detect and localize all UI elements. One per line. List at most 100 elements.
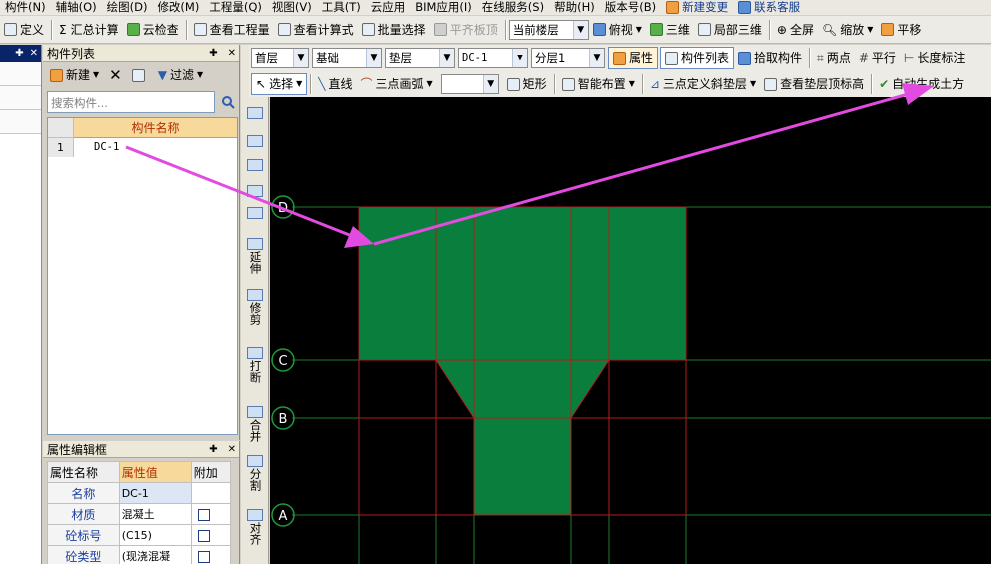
extend-tool[interactable]: 延伸 xyxy=(245,238,265,274)
pan-button[interactable]: 平移 xyxy=(877,19,925,41)
pin-icon[interactable]: ✚ xyxy=(209,444,217,455)
component-name-cell[interactable]: DC-1 xyxy=(74,138,237,157)
floor-select[interactable]: 首层 ▼ xyxy=(251,48,309,68)
cushion-shape-taper[interactable] xyxy=(436,360,609,418)
define-button[interactable]: 定义 xyxy=(0,19,48,41)
drawing-canvas[interactable]: D C B A xyxy=(270,97,991,564)
menu-item-modify[interactable]: 修改(M) xyxy=(152,0,204,15)
menu-item-aux-axis[interactable]: 辅轴(O) xyxy=(51,0,102,15)
menu-item-tools[interactable]: 工具(T) xyxy=(317,0,366,15)
property-button[interactable]: 属性 xyxy=(608,47,659,69)
dropdown-icon: ▼ xyxy=(628,79,635,88)
header-prop-value: 属性值 xyxy=(118,461,192,483)
component-select[interactable]: DC-1 ▼ xyxy=(458,48,528,68)
component-list-button[interactable]: 构件列表 xyxy=(660,47,735,69)
dock-row[interactable] xyxy=(0,62,41,86)
close-icon[interactable]: ✕ xyxy=(30,48,38,59)
view-mode-button[interactable]: 俯视 ▼ xyxy=(589,19,646,41)
zoom-button[interactable]: 🔍︎ 缩放 ▼ xyxy=(818,19,877,41)
attach-checkbox[interactable] xyxy=(197,550,210,563)
menu-item-cloud[interactable]: 云应用 xyxy=(366,0,411,15)
attach-checkbox[interactable] xyxy=(197,508,210,521)
arc-option-select[interactable]: ▼ xyxy=(440,74,499,94)
attach-checkbox[interactable] xyxy=(197,529,210,542)
dock-row[interactable] xyxy=(0,86,41,110)
menu-item-draw[interactable]: 绘图(D) xyxy=(102,0,153,15)
align-tool[interactable]: 对齐 xyxy=(245,509,265,545)
property-name: 材质 xyxy=(47,503,120,525)
menu-item-support[interactable]: 联系客服 xyxy=(733,0,805,15)
break-tool[interactable]: 打断 xyxy=(245,347,265,383)
three-d-button[interactable]: 三维 xyxy=(646,19,694,41)
cushion-shape-stem[interactable] xyxy=(474,418,571,515)
chevron-down-icon: ▼ xyxy=(572,20,588,39)
flat-slab-button[interactable]: 平齐板顶 xyxy=(430,19,502,41)
svg-text:C: C xyxy=(278,354,287,369)
view-quantity-button[interactable]: 查看工程量 xyxy=(190,19,274,41)
select-button[interactable]: ↖ 选择 ▼ xyxy=(251,73,308,95)
axis-bubble-b: B xyxy=(271,406,295,430)
merge-tool[interactable]: 合并 xyxy=(245,406,265,442)
layer-select[interactable]: 分层1 ▼ xyxy=(531,48,605,68)
menu-item-component[interactable]: 构件(N) xyxy=(0,0,51,15)
dock-row[interactable] xyxy=(0,110,41,134)
table-row[interactable]: 1 DC-1 xyxy=(48,138,237,157)
auto-generate-earthwork-button[interactable]: ✔ 自动生成土方 xyxy=(875,73,968,95)
parallel-button[interactable]: # 平行 xyxy=(855,47,900,69)
batch-select-button[interactable]: 批量选择 xyxy=(358,19,430,41)
close-icon[interactable]: ✕ xyxy=(228,444,236,455)
pin-icon[interactable]: ✚ xyxy=(15,48,23,59)
menu-item-online[interactable]: 在线服务(S) xyxy=(477,0,549,15)
delete-button[interactable]: ✕ xyxy=(105,64,126,86)
column-header-name[interactable]: 构件名称 xyxy=(74,118,237,138)
rectangle-button[interactable]: 矩形 xyxy=(503,73,551,95)
close-icon[interactable]: ✕ xyxy=(228,48,236,59)
length-mark-button[interactable]: ⊢ 长度标注 xyxy=(900,47,969,69)
new-component-button[interactable]: 新建 ▼ xyxy=(46,64,103,86)
fullscreen-button[interactable]: ⊕ 全屏 xyxy=(773,19,818,41)
move-tool[interactable] xyxy=(245,185,265,198)
view-top-elevation-button[interactable]: 查看垫层顶标高 xyxy=(760,73,868,95)
pin-icon[interactable]: ✚ xyxy=(209,48,217,59)
property-value[interactable]: DC-1 xyxy=(118,482,192,504)
fullscreen-icon: ⊕ xyxy=(776,22,787,37)
copy-button[interactable] xyxy=(128,64,152,86)
menu-item-bim[interactable]: BIM应用(I) xyxy=(410,0,477,15)
rotate-tool[interactable] xyxy=(245,207,265,220)
local-3d-button[interactable]: 局部三维 xyxy=(694,19,766,41)
view-formula-button[interactable]: 查看计算式 xyxy=(274,19,358,41)
pick-component-button[interactable]: 拾取构件 xyxy=(734,47,806,69)
menu-item-new-change[interactable]: 新建变更 xyxy=(661,0,733,15)
search-icon[interactable] xyxy=(217,91,238,113)
property-value[interactable]: 混凝土 xyxy=(118,503,192,525)
type-select[interactable]: 垫层 ▼ xyxy=(385,48,455,68)
flip-tool[interactable] xyxy=(245,159,265,172)
filter-button[interactable]: ▼ 过滤 ▼ xyxy=(154,64,207,86)
brush-tool[interactable] xyxy=(245,107,265,120)
extend-icon xyxy=(247,238,263,250)
menu-item-view[interactable]: 视图(V) xyxy=(267,0,317,15)
separator xyxy=(871,74,873,94)
search-input[interactable]: 搜索构件... xyxy=(47,91,215,113)
dimension-icon: ⊢ xyxy=(903,51,915,65)
line-button[interactable]: ╲ 直线 xyxy=(314,73,356,95)
slope-layer-button[interactable]: ⊿ 三点定义斜垫层 ▼ xyxy=(646,73,760,95)
menu-item-version[interactable]: 版本号(B) xyxy=(600,0,661,15)
cloud-check-button[interactable]: 云检查 xyxy=(123,19,183,41)
row-index: 1 xyxy=(48,138,74,157)
menu-item-quantity[interactable]: 工程量(Q) xyxy=(204,0,267,15)
split-icon xyxy=(247,455,263,467)
two-points-button[interactable]: ⌗ 两点 xyxy=(813,47,855,69)
mirror-tool[interactable] xyxy=(245,135,265,148)
arc-button[interactable]: ⌒ 三点画弧 ▼ xyxy=(356,73,436,95)
trim-tool[interactable]: 修剪 xyxy=(245,289,265,325)
property-value[interactable]: (C15) xyxy=(118,524,192,546)
cushion-shape-top[interactable] xyxy=(359,207,686,360)
current-floor-select[interactable]: 当前楼层 ▼ xyxy=(508,19,589,40)
sum-calc-button[interactable]: Σ 汇总计算 xyxy=(55,19,123,41)
property-value[interactable]: (现浇混凝 xyxy=(118,545,192,564)
split-tool[interactable]: 分割 xyxy=(245,455,265,491)
category-select[interactable]: 基础 ▼ xyxy=(312,48,382,68)
smart-layout-button[interactable]: 智能布置 ▼ xyxy=(558,73,639,95)
menu-item-help[interactable]: 帮助(H) xyxy=(549,0,600,15)
